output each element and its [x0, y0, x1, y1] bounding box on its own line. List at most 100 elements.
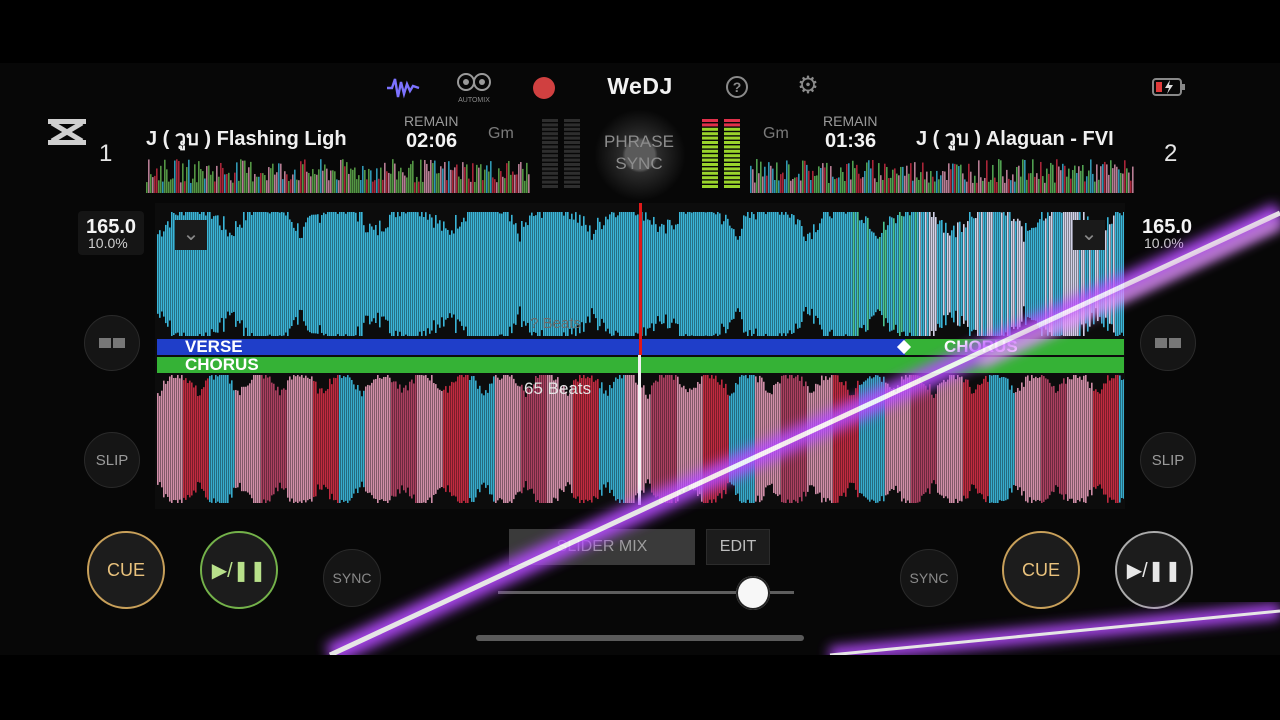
- waveform-bar: [724, 119, 740, 122]
- waveform-bar: [421, 375, 423, 503]
- waveform-bar: [465, 221, 467, 327]
- deck1-sync-button[interactable]: SYNC: [323, 549, 381, 607]
- app-menu-icon[interactable]: [46, 115, 88, 149]
- help-icon[interactable]: ?: [726, 76, 748, 98]
- waveform-bar: [209, 212, 211, 336]
- waveform-bar: [844, 181, 846, 193]
- waveform-bar: [992, 164, 994, 193]
- waveform-bar: [814, 175, 816, 193]
- waveform-bar: [883, 376, 885, 502]
- waveform-bar: [717, 382, 719, 496]
- waveform-bar: [817, 229, 819, 319]
- waveform-bar: [884, 163, 886, 193]
- waveform-bar: [795, 224, 797, 324]
- waveform-bar: [897, 385, 899, 493]
- waveform-icon[interactable]: [386, 75, 420, 101]
- waveform-bar: [891, 217, 893, 331]
- deck2-track-title[interactable]: J ( วูบ ) Alaguan - FVI: [916, 122, 1130, 154]
- waveform-bar: [246, 172, 248, 193]
- waveform-bar: [940, 175, 942, 193]
- waveform-bar: [250, 161, 252, 193]
- waveform-bar: [785, 212, 787, 336]
- waveform-bar: [701, 212, 703, 336]
- waveform-bar: [371, 226, 373, 322]
- waveform-bar: [691, 212, 693, 336]
- waveform-bar: [311, 214, 313, 334]
- waveform-bar: [242, 160, 244, 193]
- deck1-slip-button[interactable]: SLIP: [84, 432, 140, 488]
- deck1-split-toggle[interactable]: [84, 315, 140, 371]
- record-icon[interactable]: [533, 77, 555, 99]
- waveform-bar: [835, 212, 837, 336]
- deck1-track-title[interactable]: J ( วูบ ) Flashing Ligh: [146, 122, 360, 154]
- waveform-bar: [363, 225, 365, 323]
- waveform-bar: [301, 237, 303, 311]
- waveform-bar: [1058, 166, 1060, 193]
- deck1-overview-waveform[interactable]: [146, 155, 530, 193]
- waveform-bar: [168, 181, 170, 193]
- deck1-cue-button[interactable]: CUE: [87, 531, 165, 609]
- deck1-play-pause-button[interactable]: ▶/❚❚: [200, 531, 278, 609]
- waveform-bar: [447, 392, 449, 486]
- waveform-bar: [850, 179, 852, 193]
- deck2-split-toggle[interactable]: [1140, 315, 1196, 371]
- waveform-bar: [761, 212, 763, 336]
- waveform-bar: [986, 160, 988, 193]
- deck2-overview-waveform[interactable]: [750, 155, 1134, 193]
- waveform-bar: [542, 145, 558, 149]
- waveform-bar: [675, 224, 677, 324]
- waveform-bar: [1026, 179, 1028, 193]
- waveform-bar: [267, 377, 269, 501]
- waveform-bar: [663, 377, 665, 501]
- waveform-bar: [528, 174, 530, 193]
- waveform-bar: [702, 171, 718, 175]
- waveform-bar: [473, 376, 475, 502]
- waveform-bar: [1086, 176, 1088, 193]
- phrase-sync-button[interactable]: PHRASE SYNC: [600, 131, 678, 175]
- waveform-bar: [567, 395, 569, 483]
- waveform-bar: [298, 180, 300, 193]
- waveform-bar: [417, 375, 419, 503]
- waveform-bar: [724, 141, 740, 144]
- deck1-chevron-down-icon[interactable]: ⌄: [175, 220, 207, 250]
- waveform-bar: [1083, 375, 1085, 503]
- waveform-bar: [615, 217, 617, 331]
- waveform-bar: [407, 212, 409, 336]
- waveform-bar: [493, 376, 495, 502]
- waveform-bar: [305, 222, 307, 326]
- gear-icon[interactable]: ⚙: [796, 74, 820, 98]
- waveform-bar: [695, 212, 697, 336]
- deck2-cue-button[interactable]: CUE: [1002, 531, 1080, 609]
- edit-tab[interactable]: EDIT: [706, 529, 770, 565]
- deck2-slip-button[interactable]: SLIP: [1140, 432, 1196, 488]
- waveform-bar: [671, 375, 673, 503]
- deck2-sync-button[interactable]: SYNC: [900, 549, 958, 607]
- waveform-bar: [491, 383, 493, 495]
- waveform-bar: [244, 160, 246, 193]
- waveform-bar: [978, 160, 980, 193]
- waveform-bar: [1115, 212, 1117, 336]
- waveform-bar: [259, 212, 261, 336]
- automix-icon[interactable]: AUTOMIX: [456, 71, 492, 104]
- waveform-bar: [1087, 381, 1089, 497]
- waveform-bar: [841, 382, 843, 496]
- waveform-bar: [589, 225, 591, 323]
- waveform-bar: [709, 378, 711, 500]
- deck2-chevron-down-icon[interactable]: ⌄: [1073, 220, 1105, 250]
- crossfader-knob[interactable]: [735, 576, 770, 610]
- slider-mix-tab[interactable]: SLIDER MIX: [509, 529, 695, 565]
- deck2-play-pause-button[interactable]: ▶/❚❚: [1115, 531, 1193, 609]
- waveform-bar: [1097, 392, 1099, 486]
- waveform-bar: [183, 380, 185, 498]
- waveform-bar: [289, 376, 291, 502]
- waveform-bar: [520, 162, 522, 193]
- waveform-bar: [416, 176, 418, 193]
- waveform-bar: [176, 159, 178, 193]
- waveform-bar: [161, 390, 163, 488]
- waveform-bar: [435, 384, 437, 494]
- waveform-bar: [815, 383, 817, 495]
- waveform-bar: [691, 389, 693, 489]
- waveform-bar: [1005, 215, 1007, 333]
- waveform-bar: [542, 149, 558, 153]
- waveform-bar: [341, 378, 343, 500]
